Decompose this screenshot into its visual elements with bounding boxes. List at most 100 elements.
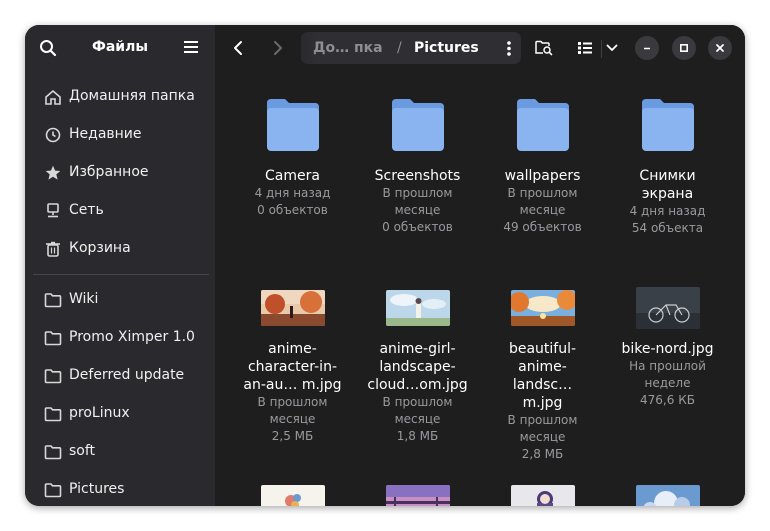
- sidebar-item-wiki[interactable]: Wiki: [25, 281, 215, 319]
- folder-item[interactable]: Camera 4 дня назад 0 объектов: [230, 85, 355, 219]
- image-thumbnail: [508, 290, 577, 326]
- sidebar-item-label: Домашняя папка: [69, 88, 195, 104]
- folder-icon: [391, 99, 444, 151]
- chevron-left-icon: [234, 41, 242, 55]
- image-thumbnail: [260, 485, 325, 506]
- image-item[interactable]: [480, 485, 605, 506]
- item-size: 0 объектов: [257, 203, 328, 217]
- close-button[interactable]: [708, 36, 732, 60]
- image-thumbnail: [635, 287, 700, 329]
- more-options-icon[interactable]: [507, 41, 511, 56]
- item-date: В прошлом месяце: [507, 186, 578, 217]
- path-separator: /: [397, 40, 402, 56]
- close-icon: [716, 44, 724, 52]
- sidebar-item-label: Wiki: [69, 291, 99, 307]
- maximize-button[interactable]: [672, 36, 696, 60]
- folder-icon: [44, 445, 62, 460]
- item-size: 54 объекта: [631, 221, 704, 235]
- sidebar-separator: [33, 274, 209, 275]
- path-fade: [301, 32, 315, 64]
- sidebar-item-prolinux[interactable]: proLinux: [25, 395, 215, 433]
- item-size: 2,8 МБ: [521, 447, 564, 461]
- image-thumbnail: [385, 485, 450, 506]
- image-item[interactable]: anime-girl-landscape-cloud…om.jpg В прош…: [355, 290, 480, 445]
- item-name: Снимки экрана: [639, 168, 696, 202]
- item-date: В прошлом месяце: [257, 395, 328, 426]
- sidebar-item-trash[interactable]: Корзина: [25, 230, 215, 268]
- sidebar-item-recent[interactable]: Недавние: [25, 116, 215, 154]
- image-item[interactable]: [355, 485, 480, 506]
- image-item[interactable]: beautiful-anime-landsc… m.jpg В прошлом …: [480, 290, 605, 463]
- sidebar-header: Файлы: [25, 25, 215, 71]
- item-size: 1,8 МБ: [396, 429, 439, 443]
- folder-icon: [266, 99, 319, 151]
- sidebar-item-soft[interactable]: soft: [25, 433, 215, 471]
- back-button[interactable]: [225, 36, 251, 60]
- path-segment-current[interactable]: Pictures: [414, 40, 479, 56]
- sidebar-item-starred[interactable]: Избранное: [25, 154, 215, 192]
- sidebar-item-label: Корзина: [69, 240, 131, 256]
- item-date: На прошлой неделе: [629, 359, 706, 390]
- item-size: 49 объектов: [503, 220, 582, 234]
- item-date: 4 дня назад: [629, 204, 706, 218]
- image-thumbnail: [510, 485, 575, 506]
- chevron-down-icon: [606, 44, 618, 51]
- sidebar-item-label: Deferred update: [69, 367, 185, 383]
- sidebar-item-label: Pictures: [69, 481, 125, 497]
- folder-icon: [44, 483, 62, 498]
- forward-button[interactable]: [265, 36, 291, 60]
- sidebar-item-label: proLinux: [69, 405, 130, 421]
- folder-icon: [44, 293, 62, 308]
- image-item[interactable]: [605, 485, 730, 506]
- sidebar-item-label: soft: [69, 443, 96, 459]
- path-bar[interactable]: До… пка / Pictures: [301, 32, 521, 64]
- image-item[interactable]: bike-nord.jpg На прошлой неделе 476,6 КБ: [605, 287, 730, 409]
- item-name: Camera: [265, 168, 320, 184]
- sidebar-item-home[interactable]: Домашняя папка: [25, 78, 215, 116]
- sidebar-item-deferred-update[interactable]: Deferred update: [25, 357, 215, 395]
- sidebar: Файлы Домашняя папка Недавние Избранное …: [25, 25, 215, 506]
- folder-item[interactable]: Screenshots В прошлом месяце 0 объектов: [355, 85, 480, 236]
- sidebar-item-network[interactable]: Сеть: [25, 192, 215, 230]
- minimize-icon: [644, 47, 650, 50]
- view-mode-button[interactable]: [572, 36, 598, 60]
- item-date: В прошлом месяце: [507, 413, 578, 444]
- image-thumbnail: [385, 290, 450, 326]
- folder-icon: [44, 407, 62, 422]
- folder-item[interactable]: wallpapers В прошлом месяце 49 объектов: [480, 85, 605, 236]
- hamburger-menu-icon[interactable]: [183, 40, 199, 54]
- trash-icon: [46, 241, 60, 257]
- item-name: anime-character-in-an-au… m.jpg: [243, 341, 342, 393]
- path-segment-parent[interactable]: До… пка: [313, 40, 383, 56]
- folder-item[interactable]: Снимки экрана 4 дня назад 54 объекта: [605, 85, 730, 237]
- image-thumbnail: [260, 290, 325, 326]
- network-icon: [47, 203, 59, 218]
- search-folder-button[interactable]: [531, 36, 557, 60]
- folder-icon: [641, 99, 694, 151]
- sidebar-item-label: Сеть: [69, 202, 104, 218]
- sidebar-item-promo-ximper[interactable]: Promo Ximper 1.0: [25, 319, 215, 357]
- sidebar-item-pictures[interactable]: Pictures: [25, 471, 215, 506]
- item-name: beautiful-anime-landsc… m.jpg: [508, 341, 577, 411]
- sidebar-item-label: Избранное: [69, 164, 149, 180]
- item-name: anime-girl-landscape-cloud…om.jpg: [367, 341, 468, 393]
- view-options-dropdown[interactable]: [601, 36, 623, 60]
- image-item[interactable]: anime-character-in-an-au… m.jpg В прошло…: [230, 290, 355, 445]
- sidebar-item-label: Недавние: [69, 126, 142, 142]
- item-name: wallpapers: [504, 168, 581, 184]
- item-name: bike-nord.jpg: [621, 341, 714, 357]
- item-date: В прошлом месяце: [382, 395, 453, 426]
- image-item[interactable]: [230, 485, 355, 506]
- home-icon: [45, 89, 61, 105]
- folder-icon: [44, 369, 62, 384]
- item-size: 476,6 КБ: [640, 393, 695, 407]
- maximize-icon: [679, 43, 689, 53]
- item-date: 4 дня назад: [254, 186, 331, 200]
- sidebar-places: Домашняя папка Недавние Избранное Сеть К…: [25, 78, 215, 506]
- minimize-button[interactable]: [635, 36, 659, 60]
- star-icon: [45, 165, 61, 180]
- file-manager-window: Файлы Домашняя папка Недавние Избранное …: [25, 25, 745, 506]
- content-area: До… пка / Pictures Camera 4 дня назад 0 …: [215, 25, 745, 506]
- image-thumbnail: [635, 485, 700, 506]
- chevron-right-icon: [274, 41, 282, 55]
